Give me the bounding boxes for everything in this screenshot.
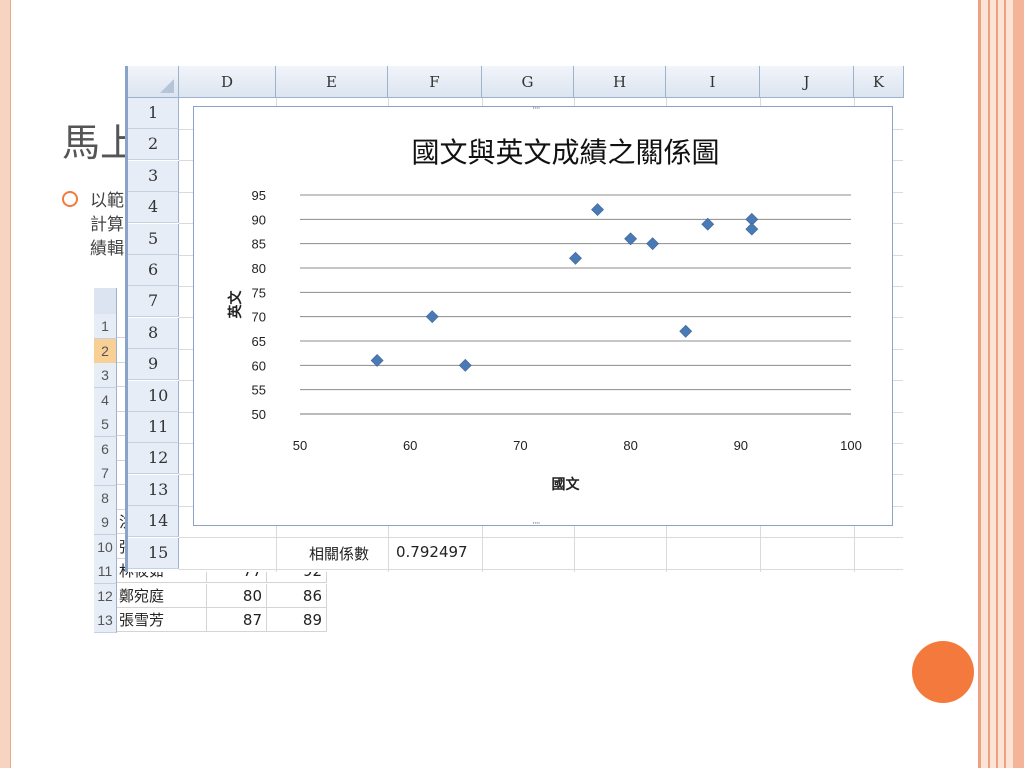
back-corner[interactable] [94,288,117,315]
row-header[interactable]: 8 [128,317,179,349]
back-cell-score-b[interactable]: 89 [267,608,327,632]
y-tick-label: 70 [252,310,266,325]
column-header-K[interactable]: K [854,66,904,98]
row-header[interactable]: 6 [128,255,179,286]
column-header-I[interactable]: I [666,66,760,98]
x-tick-label: 50 [293,438,307,453]
x-tick-label: 60 [403,438,417,453]
left-border-decoration [0,0,11,768]
y-tick-label: 85 [252,237,266,252]
scatter-point[interactable] [569,251,582,265]
scatter-point[interactable] [591,203,604,217]
row-header[interactable]: 5 [128,223,179,255]
row-header[interactable]: 3 [128,160,179,192]
scatter-point[interactable] [701,217,715,231]
row-header[interactable]: 2 [128,129,179,161]
grid-line-horizontal [179,537,903,539]
x-tick-label: 90 [734,438,748,453]
scatter-point[interactable] [370,354,384,367]
row-header[interactable]: 11 [128,412,179,443]
row-header[interactable]: 12 [128,443,179,475]
row-header[interactable]: 14 [128,506,179,538]
x-axis-label: 國文 [552,476,581,493]
column-header-H[interactable]: H [574,66,666,98]
y-tick-label: 55 [252,383,266,398]
scatter-point[interactable] [646,237,660,251]
y-tick-label: 75 [252,285,266,300]
y-axis-label: 英文 [227,290,244,320]
y-tick-label: 50 [252,407,266,422]
row-header[interactable]: 15 [128,537,179,569]
row-header[interactable]: 10 [128,380,179,412]
column-header-G[interactable]: G [482,66,574,98]
back-row-header[interactable]: 1 [94,314,117,339]
column-header-F[interactable]: F [388,66,482,98]
bullet-line-1: 以範 [90,191,124,211]
column-header-D[interactable]: D [179,66,276,98]
right-border-decoration [978,0,1024,768]
back-cell-score-b[interactable]: 86 [267,583,327,608]
y-tick-label: 90 [252,212,266,227]
back-cell-name[interactable]: 鄭宛庭 [117,583,207,608]
back-row-header[interactable]: 11 [94,559,117,584]
scatter-point[interactable] [458,358,472,372]
back-row-header[interactable]: 6 [94,436,117,462]
row-header[interactable]: 1 [128,98,179,129]
x-tick-label: 80 [623,438,637,453]
scatter-point[interactable] [745,222,759,236]
correlation-label-cell[interactable]: 相關係數 [309,543,369,564]
y-tick-label: 60 [252,358,266,373]
back-row-header[interactable]: 7 [94,461,117,486]
x-tick-label: 100 [840,438,862,453]
scatter-chart[interactable]: ···· ···· 國文與英文成績之關係圖 50 55 60 65 70 75 80 85 90 9… [193,105,893,529]
y-tick-label: 80 [252,261,266,276]
back-row-header[interactable]: 3 [94,363,117,388]
row-header[interactable]: 13 [128,474,179,506]
bullet-icon [62,191,78,207]
row-header[interactable]: 4 [128,192,179,224]
column-header-E[interactable]: E [276,66,388,98]
row-header[interactable]: 9 [128,349,179,381]
back-row-header[interactable]: 9 [94,510,117,535]
chart-svg: 國文與英文成績之關係圖 50 55 60 65 70 75 80 85 90 95 50 60 70 80 9… [227,136,862,493]
bullet-line-2: 計算 [90,215,124,235]
back-row-header[interactable]: 13 [94,608,117,633]
grid-line-horizontal [179,568,903,570]
y-tick-label: 95 [252,188,266,203]
back-cell-score-a[interactable]: 80 [207,583,267,608]
back-row-header[interactable]: 12 [94,583,117,609]
chart-title: 國文與英文成績之關係圖 [411,136,719,169]
y-tick-label: 65 [252,334,266,349]
back-row-header[interactable]: 8 [94,485,117,511]
column-header-J[interactable]: J [760,66,854,98]
accent-circle [912,641,974,703]
scatter-point[interactable] [425,310,439,324]
bullet-line-3: 績輯 [90,239,124,259]
select-all-corner[interactable] [128,66,179,98]
correlation-value-cell[interactable]: 0.792497 [396,543,468,561]
back-row-header[interactable]: 4 [94,387,117,413]
back-cell-score-a[interactable]: 87 [207,608,267,632]
x-tick-label: 70 [513,438,527,453]
back-row-header[interactable]: 5 [94,412,117,437]
back-cell-name[interactable]: 張雪芳 [117,608,207,632]
row-header[interactable]: 7 [128,286,179,318]
back-row-header[interactable]: 10 [94,534,117,560]
scatter-point[interactable] [624,232,638,246]
scatter-point[interactable] [679,324,693,338]
back-row-header[interactable]: 2 [94,338,117,364]
